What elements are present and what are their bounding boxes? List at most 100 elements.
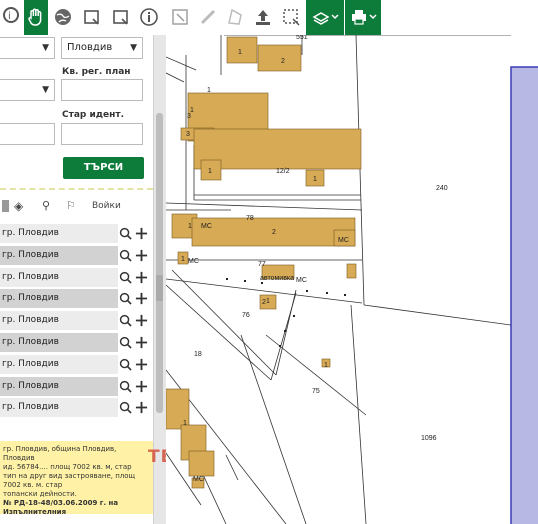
map-label: 1: [183, 420, 187, 427]
map-label: 2: [262, 299, 266, 306]
result-row[interactable]: гр. Пловдив: [0, 398, 118, 418]
map-label: 78: [246, 215, 254, 222]
select-feature-icon[interactable]: [167, 3, 193, 31]
add-icon[interactable]: [134, 311, 149, 330]
zoom-box-icon[interactable]: [79, 3, 105, 31]
map-label: 1: [208, 168, 212, 175]
zoom-to-icon[interactable]: [118, 355, 133, 374]
parcel-notice: гр. Пловдив, община Пловдив, Пловдив ид.…: [0, 441, 153, 516]
result-row-label: гр. Пловдив: [2, 228, 59, 238]
map-label: МС: [338, 237, 349, 244]
zoom-to-icon[interactable]: [118, 377, 133, 396]
map-label: 1: [238, 49, 242, 56]
zoom-to-icon[interactable]: [118, 246, 133, 265]
selected-parcel[interactable]: [510, 66, 538, 524]
hand-pan-icon[interactable]: [23, 3, 49, 31]
map-label: МС: [193, 476, 204, 483]
svg-text:i: i: [8, 11, 11, 22]
map-label: 1096: [421, 435, 437, 442]
map-label: 76: [242, 312, 250, 319]
list-icon[interactable]: [2, 200, 9, 212]
map-label: 75: [312, 388, 320, 395]
info-icon[interactable]: [136, 3, 162, 31]
add-icon[interactable]: [134, 333, 149, 352]
result-row[interactable]: гр. Пловдив: [0, 311, 118, 331]
result-row-label: гр. Пловдив: [2, 249, 59, 260]
zoom-to-icon[interactable]: [118, 398, 133, 417]
map-label: 1: [181, 256, 185, 263]
district-select[interactable]: ▼: [0, 79, 55, 101]
result-row-label: гр. Пловдив: [2, 402, 59, 413]
chevron-down-icon: ▼: [42, 43, 49, 53]
collapse-handle[interactable]: [156, 275, 163, 301]
parcel-input[interactable]: [0, 123, 55, 145]
add-icon[interactable]: [134, 355, 149, 374]
reg-plan-label: Кв. рег. план: [62, 67, 131, 77]
map-label: 3: [186, 131, 190, 138]
zoom-to-icon[interactable]: [118, 268, 133, 287]
search-panel: ▼ Пловдив ▼ Кв. рег. план ▼ Стар идент. …: [0, 35, 153, 524]
pin-icon[interactable]: ⚲: [42, 199, 50, 212]
zoom-out-box-icon[interactable]: [108, 3, 134, 31]
map-label: 18: [194, 351, 202, 358]
results-toolbar: ◈ ⚲ ⚐ Войки: [0, 197, 153, 217]
municipality-value: Пловдив: [67, 42, 113, 53]
result-row-label: гр. Пловдив: [2, 315, 59, 326]
map-label: 551: [296, 35, 308, 41]
result-row[interactable]: гр. Пловдив: [0, 354, 118, 374]
result-row[interactable]: гр. Пловдив: [0, 376, 118, 396]
map-label: 1: [313, 176, 317, 183]
measure-line-icon[interactable]: [195, 3, 221, 31]
map-label: 2: [281, 58, 285, 65]
zoom-to-icon[interactable]: [118, 224, 133, 243]
add-icon[interactable]: [134, 289, 149, 308]
map-label: 1: [188, 223, 192, 230]
map-label: 2: [272, 229, 276, 236]
print-menu-icon[interactable]: [346, 3, 380, 31]
add-icon[interactable]: [134, 246, 149, 265]
result-row-label: гр. Пловдив: [2, 337, 59, 347]
layers-icon[interactable]: ◈: [14, 199, 23, 213]
add-icon[interactable]: [134, 398, 149, 417]
result-row-label: гр. Пловдив: [2, 293, 59, 304]
result-row[interactable]: гр. Пловдив: [0, 333, 118, 352]
layers-label[interactable]: Войки: [92, 201, 121, 211]
result-row[interactable]: гр. Пловдив: [0, 224, 118, 243]
cadastral-map[interactable]: 551 1 2 1 3 1 3 12/2 1 1 240 78 1 2 МС МС 1 МС 77 автомивка…: [166, 35, 538, 524]
map-label: МС: [188, 258, 199, 265]
add-icon[interactable]: [134, 224, 149, 243]
result-row-label: гр. Пловдив: [2, 358, 59, 369]
reg-plan-input[interactable]: [61, 79, 143, 101]
result-row-label: гр. Пловдив: [2, 380, 59, 391]
select-area-icon[interactable]: [278, 3, 304, 31]
map-label: 1: [324, 362, 328, 369]
map-label: 3: [187, 113, 191, 120]
map-label: 1: [207, 87, 211, 94]
result-row[interactable]: гр. Пловдив: [0, 267, 118, 287]
old-id-label: Стар идент.: [62, 110, 125, 120]
result-row-label: гр. Пловдив: [2, 271, 59, 282]
chevron-down-icon: ▼: [42, 85, 49, 95]
measure-area-icon[interactable]: [222, 3, 248, 31]
result-row[interactable]: гр. Пловдив: [0, 245, 118, 265]
map-label: МС: [201, 223, 212, 230]
old-id-input[interactable]: [61, 123, 143, 145]
region-select[interactable]: ▼: [0, 37, 55, 59]
add-icon[interactable]: [134, 377, 149, 396]
search-button[interactable]: ТЪРСИ: [63, 157, 144, 179]
result-row[interactable]: гр. Пловдив: [0, 289, 118, 309]
municipality-select[interactable]: Пловдив ▼: [61, 37, 143, 59]
scroll-thumb[interactable]: [156, 113, 163, 413]
add-icon[interactable]: [134, 268, 149, 287]
map-label: 1: [266, 298, 270, 305]
zoom-to-icon[interactable]: [118, 289, 133, 308]
globe-icon[interactable]: [50, 3, 76, 31]
layers-menu-icon[interactable]: [307, 3, 343, 31]
flag-icon[interactable]: ⚐: [66, 199, 76, 212]
map-toolbar: i: [0, 0, 538, 36]
divider: [0, 188, 153, 190]
chevron-down-icon: ▼: [130, 43, 137, 53]
upload-icon[interactable]: [250, 3, 276, 31]
zoom-to-icon[interactable]: [118, 311, 133, 330]
zoom-to-icon[interactable]: [118, 333, 133, 352]
